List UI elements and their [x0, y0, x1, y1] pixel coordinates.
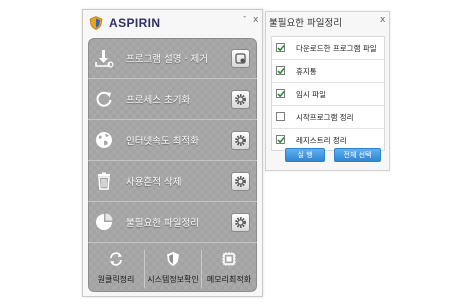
cleanup-options-list: 다운로드한 프로그램 파일 휴지통 임시 파일 시작프로그램 정리 레지스트리 …: [271, 36, 385, 151]
list-item[interactable]: 임시 파일: [272, 83, 384, 106]
title-bar[interactable]: ASPIRIN - x: [83, 10, 264, 36]
settings-button[interactable]: [231, 172, 250, 191]
quick-action-label: 메모리최적화: [206, 275, 252, 284]
globe-icon: [96, 132, 112, 148]
menu-label: 프로그램 설명 · 제거: [126, 54, 208, 65]
gear-icon: [235, 217, 246, 228]
checkmark-icon: [277, 44, 285, 52]
settings-button[interactable]: [231, 131, 250, 150]
popup-close-button[interactable]: x: [380, 15, 385, 25]
trash-icon: [98, 172, 110, 190]
checkbox-temp-files[interactable]: [276, 89, 285, 98]
popup-title: 불필요한 파일정리: [269, 18, 342, 29]
junk-files-popup: 불필요한 파일정리 x 다운로드한 프로그램 파일 휴지통 임시 파일 시작프로…: [265, 11, 390, 171]
menu-label: 불필요한 파일정리: [126, 218, 199, 229]
list-item[interactable]: 다운로드한 프로그램 파일: [272, 37, 384, 60]
minimize-button[interactable]: -: [243, 12, 246, 22]
gear-icon: [235, 94, 246, 105]
menu-item-junk-files[interactable]: 불필요한 파일정리: [88, 202, 257, 243]
system-info-button[interactable]: 시스템정보확인: [145, 246, 201, 292]
option-label: 휴지통: [296, 67, 317, 76]
menu-panel: 프로그램 설명 · 제거 프로세스 초기화 인터넷속도 최적화 사용흔적 삭제 …: [88, 38, 257, 292]
refresh-icon: [96, 91, 112, 107]
sync-icon: [110, 252, 122, 266]
quick-actions: 원클릭정리 시스템정보확인 메모리최적화: [88, 246, 257, 292]
gear-icon: [235, 135, 246, 146]
chip-icon: [222, 252, 236, 266]
quick-action-label: 원클릭정리: [97, 275, 135, 284]
select-all-button[interactable]: 전체 선택: [334, 148, 381, 162]
menu-item-process-reset[interactable]: 프로세스 초기화: [88, 79, 257, 120]
settings-button[interactable]: [231, 213, 250, 232]
option-label: 임시 파일: [296, 90, 326, 99]
settings-button[interactable]: [231, 49, 250, 68]
close-button[interactable]: x: [253, 15, 258, 25]
list-item[interactable]: 휴지통: [272, 60, 384, 83]
quick-action-label: 시스템정보확인: [147, 275, 199, 284]
settings-button[interactable]: [231, 90, 250, 109]
checkmark-icon: [277, 136, 285, 144]
menu-item-program-remove[interactable]: 프로그램 설명 · 제거: [88, 38, 257, 79]
pie-chart-icon: [96, 213, 113, 230]
option-label: 다운로드한 프로그램 파일: [296, 44, 377, 53]
menu-label: 프로세스 초기화: [126, 95, 191, 106]
desktop: ASPIRIN - x 프로그램 설명 · 제거 프로세스 초기화 인터넷속도 …: [0, 0, 470, 306]
checkmark-icon: [277, 90, 285, 98]
checkmark-icon: [277, 67, 285, 75]
checkbox-recycle-bin[interactable]: [276, 66, 285, 75]
menu-item-trace-delete[interactable]: 사용흔적 삭제: [88, 161, 257, 202]
checkbox-registry[interactable]: [276, 135, 285, 144]
menu-label: 사용흔적 삭제: [126, 177, 182, 188]
aspirin-window: ASPIRIN - x 프로그램 설명 · 제거 프로세스 초기화 인터넷속도 …: [82, 9, 263, 297]
shield-icon: [167, 252, 179, 266]
option-label: 시작프로그램 정리: [296, 113, 354, 122]
one-click-clean-button[interactable]: 원클릭정리: [88, 246, 144, 292]
checkbox-downloaded-programs[interactable]: [276, 43, 285, 52]
run-button[interactable]: 실 행: [285, 148, 325, 162]
uninstall-settings-icon: [235, 53, 246, 64]
menu-item-internet-speed[interactable]: 인터넷속도 최적화: [88, 120, 257, 161]
download-icon: [95, 50, 114, 68]
aspirin-logo-icon: [89, 16, 103, 30]
list-item[interactable]: 시작프로그램 정리: [272, 106, 384, 129]
checkbox-startup-programs[interactable]: [276, 112, 285, 121]
memory-optimize-button[interactable]: 메모리최적화: [201, 246, 257, 292]
gear-icon: [235, 176, 246, 187]
option-label: 레지스트리 정리: [296, 136, 347, 145]
app-title: ASPIRIN: [109, 16, 161, 30]
menu-label: 인터넷속도 최적화: [126, 136, 199, 147]
